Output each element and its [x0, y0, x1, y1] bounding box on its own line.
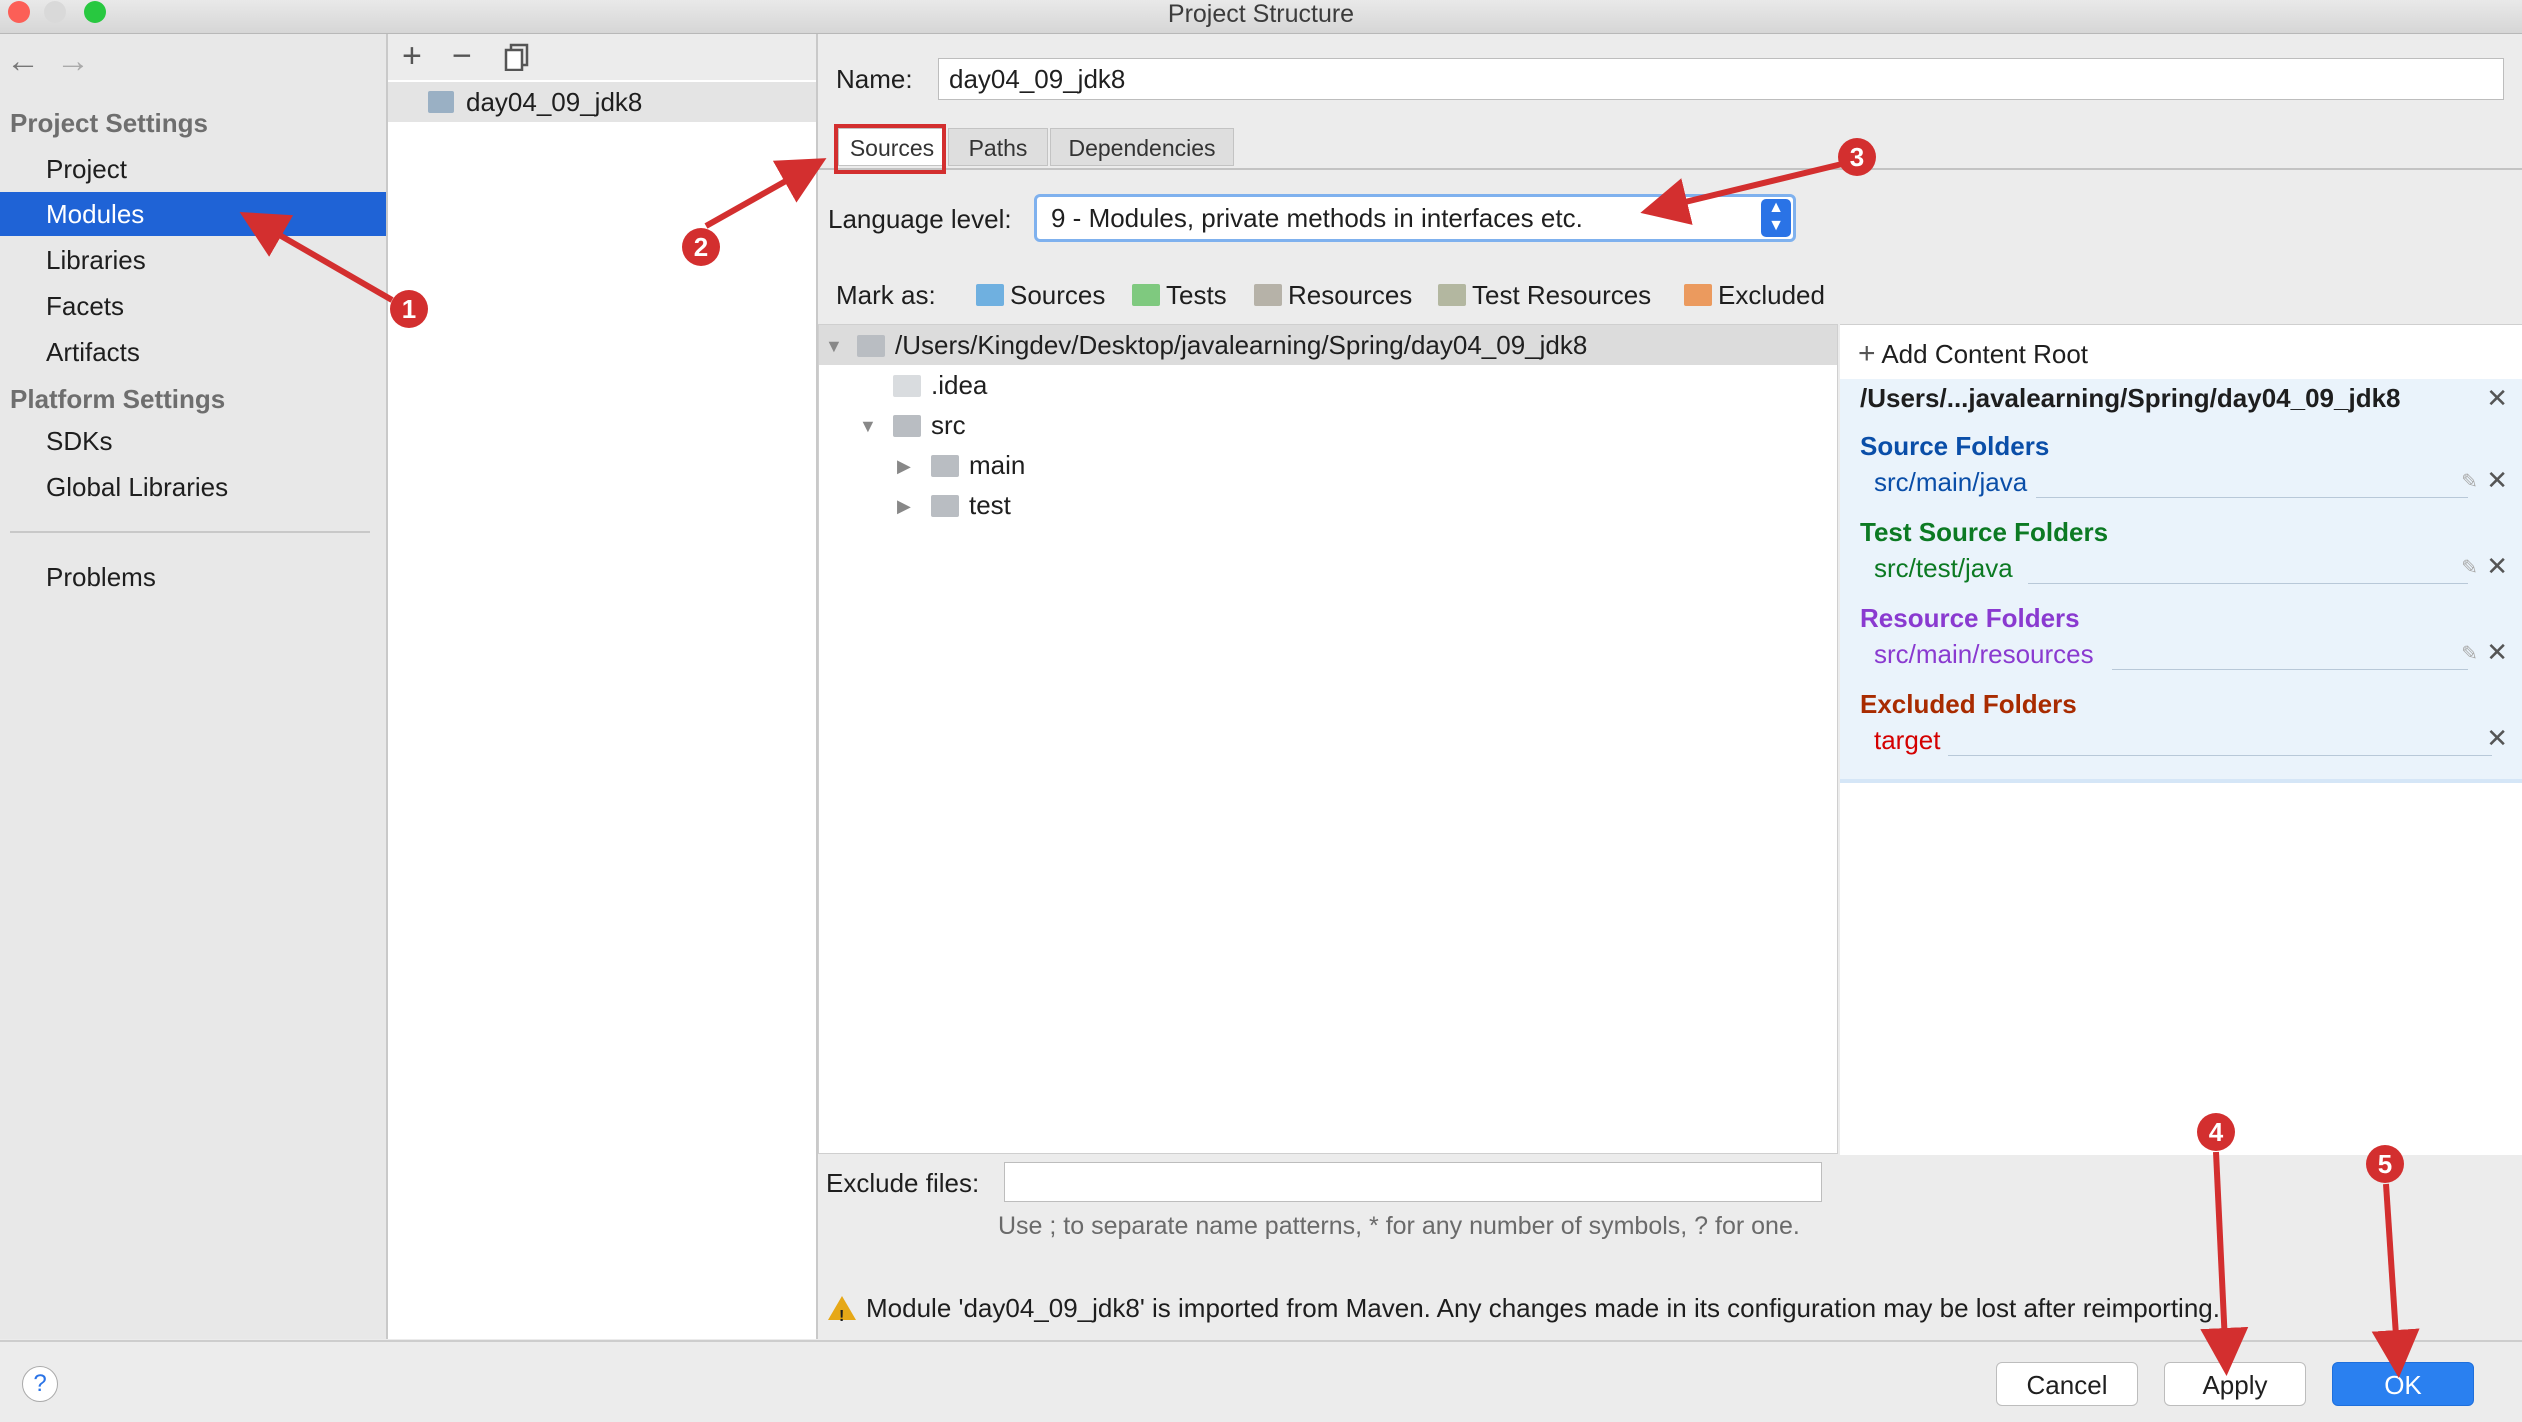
folder-icon	[931, 455, 959, 477]
exclude-files-label: Exclude files:	[826, 1168, 980, 1198]
tree-row-root[interactable]: ▼ /Users/Kingdev/Desktop/javalearning/Sp…	[819, 325, 1837, 365]
title-bar: Project Structure	[0, 0, 2522, 34]
mark-as-test-resources-button[interactable]: Test Resources	[1438, 279, 1651, 311]
dialog-button-bar: ? Cancel Apply OK	[0, 1340, 2522, 1422]
sidebar-item-problems[interactable]: Problems	[0, 555, 386, 599]
mark-as-excluded-button[interactable]: Excluded	[1684, 279, 1825, 311]
chevron-updown-icon: ▲ ▼	[1761, 199, 1791, 237]
sidebar-item-global-libraries[interactable]: Global Libraries	[0, 465, 386, 509]
content-root-box: /Users/...javalearning/Spring/day04_09_j…	[1840, 379, 2522, 783]
sidebar-item-facets[interactable]: Facets	[0, 284, 386, 328]
remove-resource-folder-icon[interactable]: ✕	[2486, 637, 2508, 668]
mark-as-resources-button[interactable]: Resources	[1254, 279, 1412, 311]
sidebar-item-sdks[interactable]: SDKs	[0, 419, 386, 463]
annotation-badge-2: 2	[682, 228, 720, 266]
excluded-folder-icon	[1684, 284, 1712, 306]
annotation-highlight-box	[834, 124, 946, 174]
window-title: Project Structure	[1167, 0, 1355, 28]
triangle-down-icon[interactable]: ▼	[825, 326, 843, 366]
tab-dependencies[interactable]: Dependencies	[1050, 128, 1234, 166]
remove-excluded-folder-icon[interactable]: ✕	[2486, 723, 2508, 754]
test-source-folders-header: Test Source Folders	[1860, 517, 2109, 547]
sidebar-item-artifacts[interactable]: Artifacts	[0, 330, 386, 374]
folder-icon	[857, 335, 885, 357]
content-root-path: /Users/...javalearning/Spring/day04_09_j…	[1860, 383, 2401, 413]
sidebar-item-modules[interactable]: Modules	[0, 192, 386, 236]
triangle-down-icon[interactable]: ▼	[859, 406, 877, 446]
edit-pencil-icon[interactable]: ✎	[2461, 469, 2478, 494]
module-editor: Name: day04_09_jdk8 Sources Paths Depend…	[818, 34, 2522, 1339]
ok-button[interactable]: OK	[2332, 1362, 2474, 1406]
test-source-folder-path: src/test/java	[1874, 553, 2013, 583]
module-toolbar: + −	[388, 34, 816, 80]
add-content-root-button[interactable]: + Add Content Root	[1858, 337, 2088, 371]
folder-icon	[931, 495, 959, 517]
module-folder-icon	[428, 91, 454, 113]
tab-divider	[818, 168, 2522, 170]
platform-settings-header: Platform Settings	[10, 384, 226, 414]
tree-row-test[interactable]: ▶ test	[819, 485, 1837, 525]
project-settings-header: Project Settings	[10, 108, 208, 138]
arrow-right-icon[interactable]: →	[56, 44, 90, 78]
source-folder-path: src/main/java	[1874, 467, 2028, 497]
tree-row-src[interactable]: ▼ src	[819, 405, 1837, 445]
help-button[interactable]: ?	[22, 1366, 58, 1402]
resource-folders-header: Resource Folders	[1860, 603, 2080, 633]
resource-folder-path: src/main/resources	[1874, 639, 2094, 669]
module-name: day04_09_jdk8	[466, 87, 643, 117]
annotation-badge-4: 4	[2197, 1113, 2235, 1151]
content-tree: ▼ /Users/Kingdev/Desktop/javalearning/Sp…	[818, 324, 1838, 1154]
cancel-button[interactable]: Cancel	[1996, 1362, 2138, 1406]
mark-as-tests-button[interactable]: Tests	[1132, 279, 1227, 311]
mark-as-sources-button[interactable]: Sources	[976, 279, 1105, 311]
triangle-right-icon[interactable]: ▶	[897, 446, 911, 486]
remove-module-button[interactable]: −	[452, 38, 472, 74]
source-folder-icon	[976, 284, 1004, 306]
exclude-files-hint: Use ; to separate name patterns, * for a…	[998, 1212, 1800, 1240]
remove-test-source-folder-icon[interactable]: ✕	[2486, 551, 2508, 582]
name-input[interactable]: day04_09_jdk8	[938, 58, 2504, 100]
source-folders-header: Source Folders	[1860, 431, 2050, 461]
remove-content-root-icon[interactable]: ✕	[2486, 383, 2508, 414]
warning-icon	[828, 1296, 856, 1335]
annotation-badge-1: 1	[390, 290, 428, 328]
language-level-select[interactable]: 9 - Modules, private methods in interfac…	[1034, 194, 1796, 242]
excluded-folders-header: Excluded Folders	[1860, 689, 2077, 719]
name-label: Name:	[836, 64, 913, 94]
copy-module-button[interactable]	[504, 42, 530, 78]
apply-button[interactable]: Apply	[2164, 1362, 2306, 1406]
excluded-folder-path: target	[1874, 725, 1941, 755]
folder-icon	[893, 375, 921, 397]
annotation-badge-5: 5	[2366, 1145, 2404, 1183]
module-list-pane: + − day04_09_jdk8	[388, 34, 818, 1339]
add-module-button[interactable]: +	[402, 38, 422, 74]
tree-row-idea[interactable]: .idea	[819, 365, 1837, 405]
module-row[interactable]: day04_09_jdk8	[388, 82, 816, 122]
arrow-left-icon[interactable]: ←	[6, 44, 40, 78]
language-level-value: 9 - Modules, private methods in interfac…	[1051, 203, 1583, 233]
test-folder-icon	[1132, 284, 1160, 306]
copy-icon	[504, 43, 529, 72]
tree-row-main[interactable]: ▶ main	[819, 445, 1837, 485]
tab-paths[interactable]: Paths	[948, 128, 1048, 166]
sidebar-item-project[interactable]: Project	[0, 147, 386, 191]
edit-pencil-icon[interactable]: ✎	[2461, 555, 2478, 580]
resource-folder-icon	[1254, 284, 1282, 306]
plus-icon: +	[1858, 337, 1876, 370]
mark-as-label: Mark as:	[836, 280, 936, 310]
language-level-label: Language level:	[828, 204, 1012, 234]
settings-sidebar: ← → Project Settings Project Modules Lib…	[0, 34, 388, 1339]
remove-source-folder-icon[interactable]: ✕	[2486, 465, 2508, 496]
annotation-badge-3: 3	[1838, 138, 1876, 176]
test-resource-folder-icon	[1438, 284, 1466, 306]
content-root-panel: + Add Content Root /Users/...javalearnin…	[1840, 324, 2522, 1155]
edit-pencil-icon[interactable]: ✎	[2461, 641, 2478, 666]
maven-warning: Module 'day04_09_jdk8' is imported from …	[828, 1290, 2220, 1335]
sidebar-item-libraries[interactable]: Libraries	[0, 238, 386, 282]
exclude-files-input[interactable]	[1004, 1162, 1822, 1202]
folder-icon	[893, 415, 921, 437]
sidebar-divider	[10, 531, 370, 533]
triangle-right-icon[interactable]: ▶	[897, 486, 911, 526]
